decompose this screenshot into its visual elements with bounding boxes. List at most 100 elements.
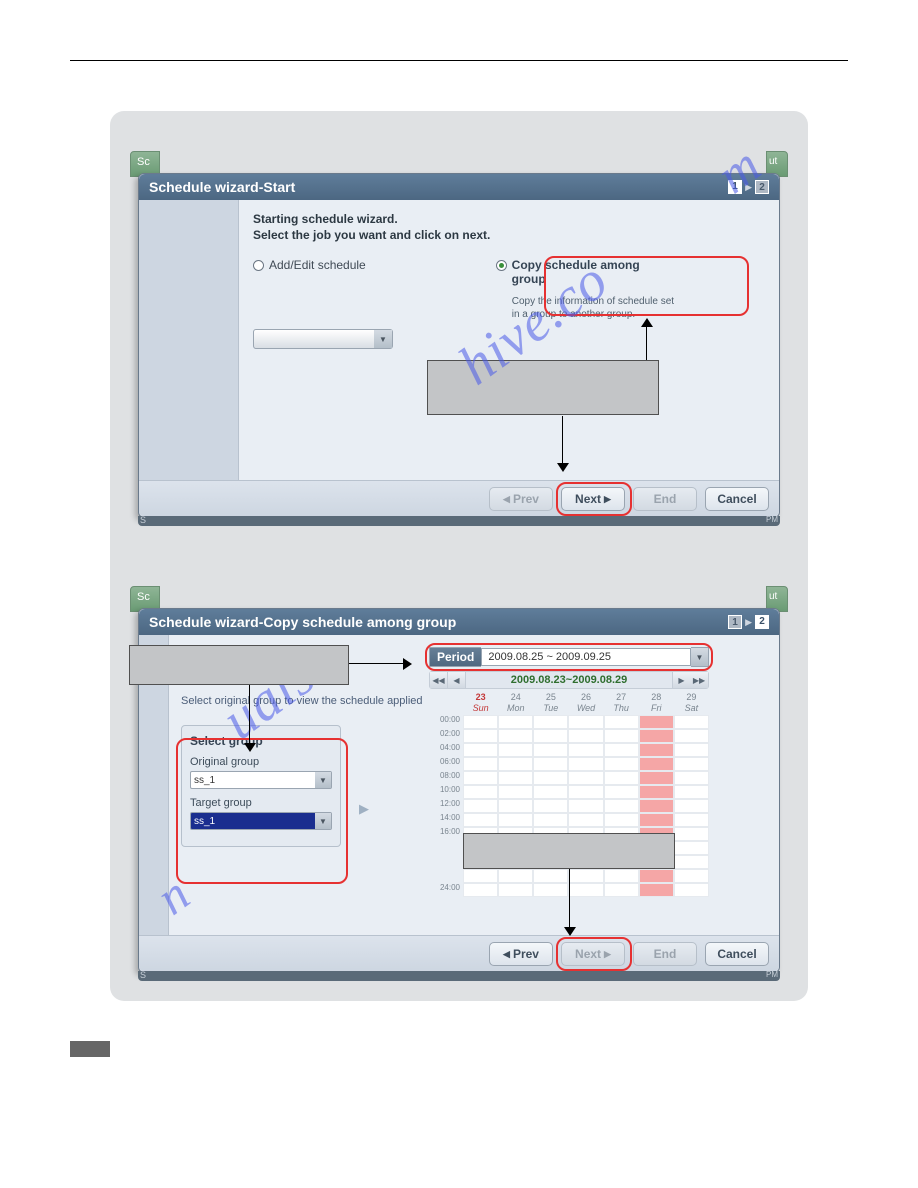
step-1b: 1 — [728, 615, 742, 629]
next-button-2[interactable]: Next▶ — [561, 942, 625, 966]
nav-last-button[interactable]: ▶▶ — [690, 672, 708, 688]
target-group-combo[interactable]: ss_1 ▼ — [190, 812, 332, 830]
calendar-cell[interactable] — [463, 715, 498, 729]
calendar-cell[interactable] — [498, 729, 533, 743]
end-button-2[interactable]: End — [633, 942, 697, 966]
calendar-cell[interactable] — [674, 785, 709, 799]
calendar-cell[interactable] — [533, 729, 568, 743]
calendar-cell[interactable] — [604, 743, 639, 757]
calendar-cell[interactable] — [498, 757, 533, 771]
nav-first-button[interactable]: ◀◀ — [430, 672, 448, 688]
calendar-cell[interactable] — [463, 813, 498, 827]
calendar-cell[interactable] — [674, 757, 709, 771]
calendar-cell[interactable] — [639, 813, 674, 827]
time-label — [429, 855, 463, 869]
calendar-cell[interactable] — [604, 771, 639, 785]
calendar-cell[interactable] — [568, 785, 603, 799]
calendar-cell[interactable] — [674, 827, 709, 841]
calendar-cell[interactable] — [463, 869, 498, 883]
calendar-cell[interactable] — [674, 729, 709, 743]
calendar-cell[interactable] — [568, 813, 603, 827]
triangle-left-icon: ◀ — [503, 949, 510, 960]
radio-add-edit[interactable]: Add/Edit schedule — [253, 258, 366, 321]
schedule-select-combo[interactable]: ▼ — [253, 329, 393, 349]
calendar-cell[interactable] — [533, 785, 568, 799]
calendar-cell[interactable] — [674, 743, 709, 757]
prev-button-2[interactable]: ◀Prev — [489, 942, 553, 966]
prev-button[interactable]: ◀Prev — [489, 487, 553, 511]
calendar-cell[interactable] — [604, 715, 639, 729]
triangle-right-icon: ▶ — [604, 494, 611, 505]
calendar-cell[interactable] — [463, 771, 498, 785]
nav-next-button[interactable]: ▶ — [672, 672, 690, 688]
calendar-cell[interactable] — [498, 869, 533, 883]
calendar-cell[interactable] — [604, 869, 639, 883]
cancel-button-2[interactable]: Cancel — [705, 942, 769, 966]
calendar-cell[interactable] — [463, 785, 498, 799]
calendar-cell[interactable] — [639, 799, 674, 813]
calendar-cell[interactable] — [674, 841, 709, 855]
nav-prev-button[interactable]: ◀ — [448, 672, 466, 688]
calendar-cell[interactable] — [533, 813, 568, 827]
calendar-cell[interactable] — [498, 743, 533, 757]
calendar-cell[interactable] — [533, 757, 568, 771]
calendar-cell[interactable] — [604, 757, 639, 771]
calendar-cell[interactable] — [639, 729, 674, 743]
calendar-cell[interactable] — [568, 729, 603, 743]
calendar-cell[interactable] — [639, 869, 674, 883]
calendar-cell[interactable] — [498, 813, 533, 827]
calendar-cell[interactable] — [498, 883, 533, 897]
calendar-cell[interactable] — [568, 771, 603, 785]
calendar-cell[interactable] — [674, 813, 709, 827]
calendar-cell[interactable] — [568, 883, 603, 897]
calendar-cell[interactable] — [533, 715, 568, 729]
end-button[interactable]: End — [633, 487, 697, 511]
next-button[interactable]: Next▶ — [561, 487, 625, 511]
calendar-cell[interactable] — [639, 785, 674, 799]
calendar-cell[interactable] — [674, 771, 709, 785]
calendar-cell[interactable] — [639, 715, 674, 729]
calendar-cell[interactable] — [604, 813, 639, 827]
calendar-cell[interactable] — [568, 799, 603, 813]
wizard-intro-line2: Select the job you want and click on nex… — [253, 228, 765, 242]
dialog-bottom-strip-2: S PM — [138, 971, 780, 981]
calendar-cell[interactable] — [463, 743, 498, 757]
calendar-cell[interactable] — [568, 743, 603, 757]
calendar-cell[interactable] — [568, 869, 603, 883]
calendar-cell[interactable] — [639, 743, 674, 757]
calendar-cell[interactable] — [498, 785, 533, 799]
calendar-cell[interactable] — [498, 715, 533, 729]
calendar-cell[interactable] — [498, 771, 533, 785]
radio-copy-group[interactable]: Copy schedule among group Copy the infor… — [496, 258, 676, 321]
calendar-cell[interactable] — [533, 799, 568, 813]
calendar-cell[interactable] — [604, 799, 639, 813]
calendar-cell[interactable] — [674, 715, 709, 729]
cancel-button[interactable]: Cancel — [705, 487, 769, 511]
calendar-cell[interactable] — [568, 715, 603, 729]
calendar-cell[interactable] — [498, 799, 533, 813]
time-label: 04:00 — [429, 743, 463, 757]
calendar-cell[interactable] — [568, 757, 603, 771]
calendar-cell[interactable] — [674, 855, 709, 869]
calendar-cell[interactable] — [533, 869, 568, 883]
calendar-cell[interactable] — [639, 757, 674, 771]
period-dropdown[interactable]: ▼ — [691, 647, 709, 667]
calendar-cell[interactable] — [674, 799, 709, 813]
calendar-cell[interactable] — [639, 771, 674, 785]
calendar-cell[interactable] — [604, 729, 639, 743]
calendar-cell[interactable] — [604, 883, 639, 897]
calendar-cell[interactable] — [463, 757, 498, 771]
calendar-cell[interactable] — [674, 883, 709, 897]
calendar-cell[interactable] — [463, 799, 498, 813]
wizard-copy-dialog: Schedule wizard-Copy schedule among grou… — [138, 608, 780, 973]
calendar-cell[interactable] — [533, 743, 568, 757]
calendar-cell[interactable] — [604, 785, 639, 799]
calendar-cell[interactable] — [674, 869, 709, 883]
radio-icon-selected — [496, 260, 507, 271]
original-group-combo[interactable]: ss_1 ▼ — [190, 771, 332, 789]
calendar-cell[interactable] — [463, 883, 498, 897]
calendar-cell[interactable] — [533, 883, 568, 897]
calendar-cell[interactable] — [533, 771, 568, 785]
calendar-cell[interactable] — [639, 883, 674, 897]
calendar-cell[interactable] — [463, 729, 498, 743]
